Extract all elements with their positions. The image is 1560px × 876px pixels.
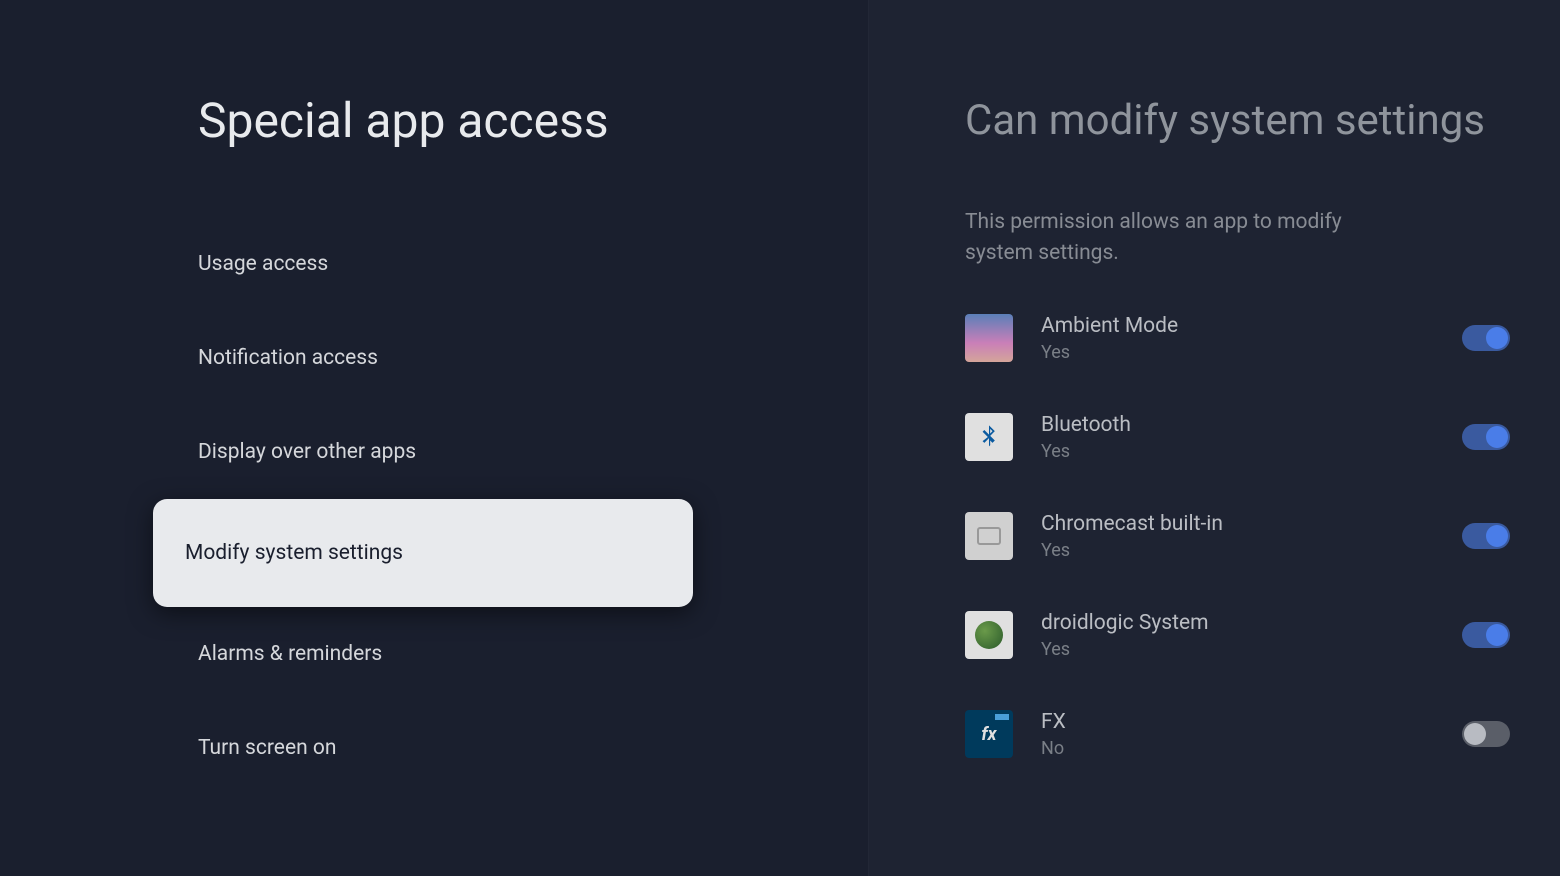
app-status: Yes <box>1041 639 1434 660</box>
app-name: droidlogic System <box>1041 611 1434 635</box>
menu-item-label: Modify system settings <box>185 541 403 565</box>
toggle-fx[interactable] <box>1462 721 1510 747</box>
toggle-chromecast[interactable] <box>1462 523 1510 549</box>
toggle-thumb <box>1486 327 1508 349</box>
toggle-droidlogic[interactable] <box>1462 622 1510 648</box>
app-status: Yes <box>1041 342 1434 363</box>
menu-list: Usage access Notification access Display… <box>153 217 868 795</box>
toggle-ambient-mode[interactable] <box>1462 325 1510 351</box>
app-name: Ambient Mode <box>1041 314 1434 338</box>
menu-item-usage-access[interactable]: Usage access <box>153 217 868 311</box>
menu-item-label: Alarms & reminders <box>198 642 382 666</box>
page-title: Special app access <box>198 92 868 149</box>
app-name: FX <box>1041 710 1434 734</box>
menu-item-label: Usage access <box>198 252 328 276</box>
app-row-fx[interactable]: fx FX No <box>965 710 1510 759</box>
app-name: Bluetooth <box>1041 413 1434 437</box>
toggle-thumb <box>1486 624 1508 646</box>
app-row-ambient-mode[interactable]: Ambient Mode Yes <box>965 314 1510 363</box>
modify-system-settings-detail-panel: Can modify system settings This permissi… <box>868 0 1560 876</box>
app-status: Yes <box>1041 441 1434 462</box>
bluetooth-icon <box>965 413 1013 461</box>
menu-item-label: Notification access <box>198 346 378 370</box>
toggle-thumb <box>1486 525 1508 547</box>
app-info: Ambient Mode Yes <box>1041 314 1434 363</box>
detail-title: Can modify system settings <box>965 92 1510 151</box>
menu-item-modify-system-settings[interactable]: Modify system settings <box>153 499 693 607</box>
toggle-thumb <box>1486 426 1508 448</box>
ambient-mode-icon <box>965 314 1013 362</box>
menu-item-turn-screen-on[interactable]: Turn screen on <box>153 701 868 795</box>
app-list: Ambient Mode Yes Bluetooth Yes <box>965 314 1510 759</box>
chromecast-icon <box>965 512 1013 560</box>
app-info: FX No <box>1041 710 1434 759</box>
menu-item-display-over-apps[interactable]: Display over other apps <box>153 405 868 499</box>
droidlogic-icon <box>965 611 1013 659</box>
app-info: Chromecast built-in Yes <box>1041 512 1434 561</box>
menu-item-label: Turn screen on <box>198 736 336 760</box>
fx-icon: fx <box>965 710 1013 758</box>
app-row-droidlogic[interactable]: droidlogic System Yes <box>965 611 1510 660</box>
app-info: droidlogic System Yes <box>1041 611 1434 660</box>
menu-item-notification-access[interactable]: Notification access <box>153 311 868 405</box>
app-status: Yes <box>1041 540 1434 561</box>
app-info: Bluetooth Yes <box>1041 413 1434 462</box>
app-status: No <box>1041 738 1434 759</box>
toggle-bluetooth[interactable] <box>1462 424 1510 450</box>
app-row-bluetooth[interactable]: Bluetooth Yes <box>965 413 1510 462</box>
menu-item-label: Display over other apps <box>198 440 416 464</box>
special-app-access-panel: Special app access Usage access Notifica… <box>0 0 868 876</box>
toggle-thumb <box>1464 723 1486 745</box>
app-name: Chromecast built-in <box>1041 512 1434 536</box>
app-row-chromecast[interactable]: Chromecast built-in Yes <box>965 512 1510 561</box>
detail-description: This permission allows an app to modify … <box>965 207 1405 270</box>
menu-item-alarms-reminders[interactable]: Alarms & reminders <box>153 607 868 701</box>
